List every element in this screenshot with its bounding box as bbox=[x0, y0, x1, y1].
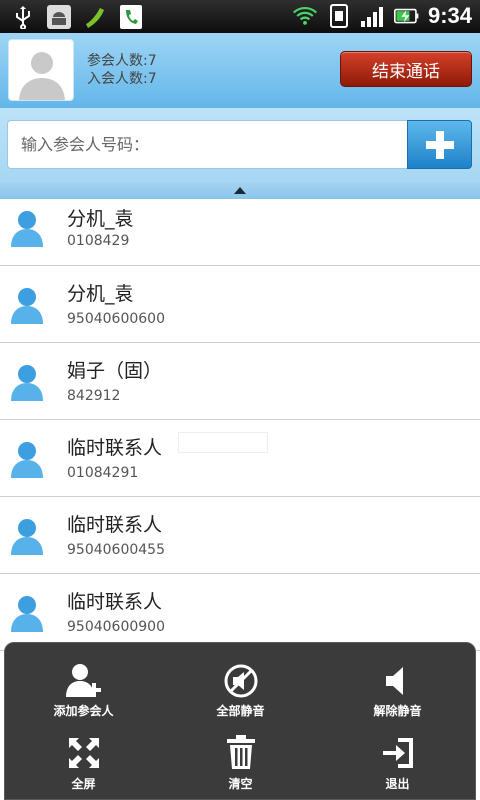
person-icon bbox=[11, 365, 43, 401]
clear-menu-item[interactable]: 清空 bbox=[162, 721, 319, 797]
menu-label: 全部静音 bbox=[216, 704, 265, 718]
list-item[interactable]: 临时联系人 95040600900 bbox=[0, 574, 480, 651]
participant-number: 95040600900 bbox=[67, 619, 165, 635]
participant-name: 临时联系人 bbox=[67, 591, 163, 613]
participant-number: 95040600455 bbox=[67, 542, 165, 558]
list-item[interactable]: 临时联系人 95040600455 bbox=[0, 497, 480, 574]
android-debug-icon bbox=[46, 4, 72, 30]
battery-charging-icon bbox=[393, 3, 420, 29]
participant-name: 娟子（固） bbox=[67, 360, 163, 382]
list-item[interactable]: 娟子（固） 842912 bbox=[0, 343, 480, 420]
add-person-icon bbox=[64, 661, 104, 700]
menu-label: 添加参会人 bbox=[53, 704, 114, 718]
clock: 9:34 bbox=[427, 3, 472, 28]
collapse-handle[interactable] bbox=[0, 182, 480, 199]
trash-icon bbox=[221, 733, 261, 773]
person-icon bbox=[11, 596, 43, 632]
participant-name: 临时联系人 bbox=[67, 437, 163, 459]
call-active-icon bbox=[118, 4, 144, 30]
participant-number: 842912 bbox=[67, 388, 121, 404]
joined-count: 入会人数:7 bbox=[87, 71, 157, 87]
options-menu: 添加参会人 全部静音 解除静音 全屏 清空 退出 bbox=[4, 642, 476, 800]
participant-number-input[interactable]: 输入参会人号码： bbox=[7, 120, 407, 169]
status-bar: 9:34 bbox=[0, 0, 480, 33]
signal-icon bbox=[360, 3, 386, 29]
menu-label: 解除静音 bbox=[373, 704, 422, 718]
participant-name: 分机_袁 bbox=[67, 283, 134, 305]
mute-icon bbox=[221, 661, 261, 700]
fullscreen-menu-item[interactable]: 全屏 bbox=[5, 721, 162, 797]
menu-label: 清空 bbox=[228, 777, 253, 791]
add-number-button[interactable] bbox=[407, 120, 472, 169]
speaker-icon bbox=[378, 661, 418, 700]
wifi-icon bbox=[292, 3, 318, 29]
participant-number: 01084291 bbox=[67, 465, 139, 481]
exit-icon bbox=[378, 733, 418, 773]
fullscreen-icon bbox=[64, 733, 104, 773]
sim-icon bbox=[326, 3, 352, 29]
plus-icon bbox=[425, 130, 454, 159]
unmute-menu-item[interactable]: 解除静音 bbox=[319, 643, 476, 719]
end-call-button[interactable]: 结束通话 bbox=[340, 51, 472, 87]
collapse-arrow-icon bbox=[234, 187, 246, 194]
count-info: 参会人数:7 入会人数:7 bbox=[87, 52, 157, 88]
participant-number: 95040600600 bbox=[67, 311, 165, 327]
list-item[interactable]: 分机_袁 0108429 bbox=[0, 199, 480, 266]
participant-name: 临时联系人 bbox=[67, 514, 163, 536]
usb-icon bbox=[10, 4, 36, 30]
person-icon bbox=[11, 288, 43, 324]
person-icon bbox=[11, 442, 43, 478]
list-item[interactable]: 临时联系人 01084291 bbox=[0, 420, 480, 497]
conference-header: 参会人数:7 入会人数:7 结束通话 bbox=[0, 33, 480, 108]
phone-missed-icon bbox=[82, 4, 108, 30]
avatar bbox=[8, 39, 74, 101]
participant-name: 分机_袁 bbox=[67, 208, 134, 230]
exit-menu-item[interactable]: 退出 bbox=[319, 721, 476, 797]
menu-label: 退出 bbox=[385, 777, 410, 791]
mute-all-menu-item[interactable]: 全部静音 bbox=[162, 643, 319, 719]
add-participant-menu-item[interactable]: 添加参会人 bbox=[5, 643, 162, 719]
participant-number: 0108429 bbox=[67, 233, 130, 249]
add-participant-bar: 输入参会人号码： bbox=[0, 108, 480, 182]
redacted-area bbox=[178, 432, 268, 453]
list-item[interactable]: 分机_袁 95040600600 bbox=[0, 266, 480, 343]
participant-count: 参会人数:7 bbox=[87, 53, 157, 69]
person-icon bbox=[11, 211, 43, 247]
menu-label: 全屏 bbox=[71, 777, 96, 791]
person-icon bbox=[11, 519, 43, 555]
